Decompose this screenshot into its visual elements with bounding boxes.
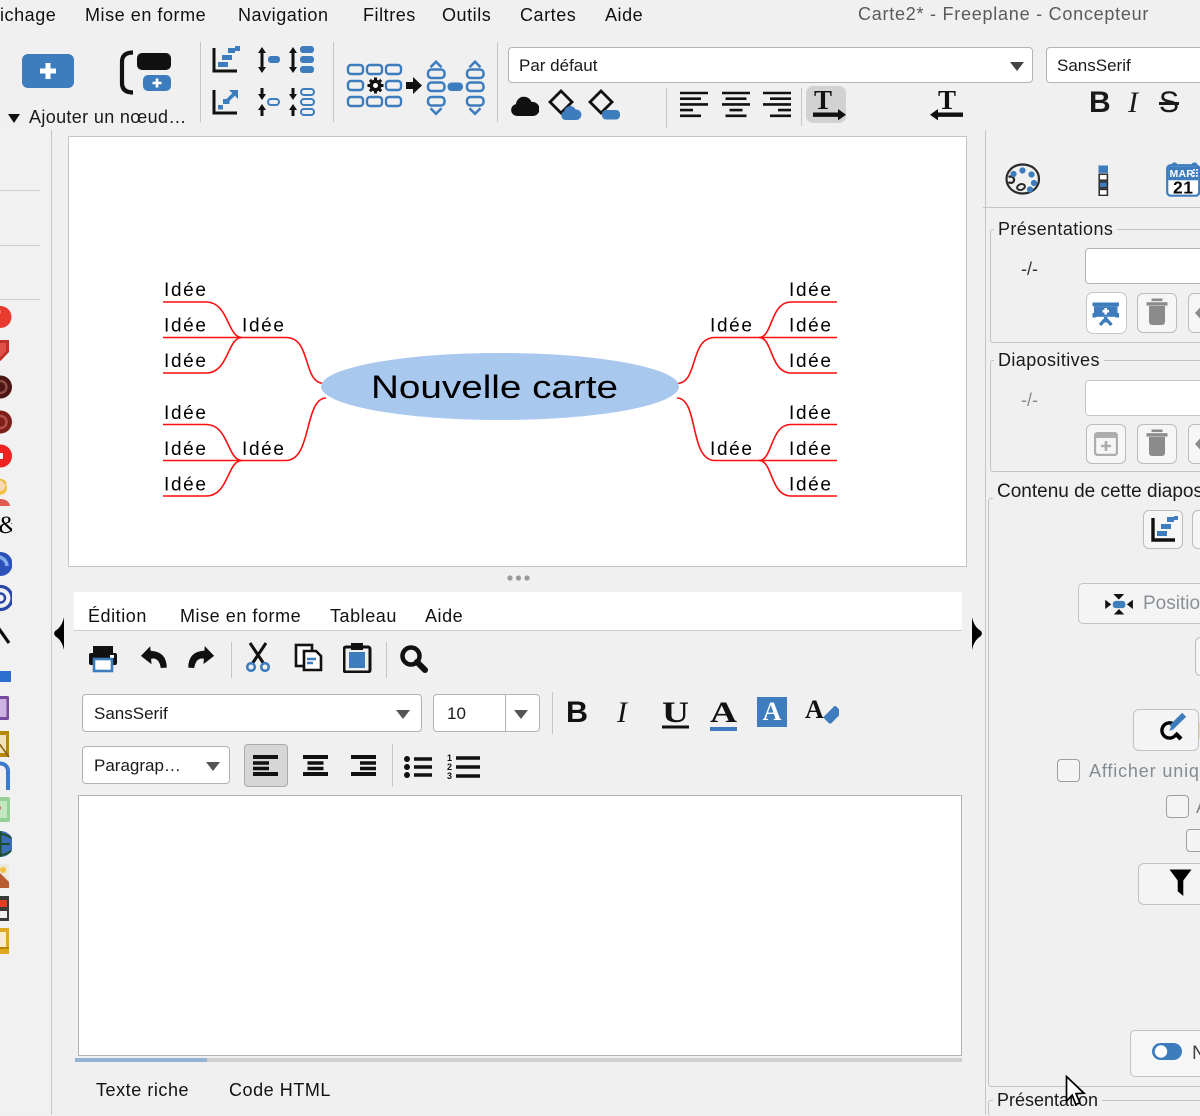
svg-text:Idée: Idée (164, 439, 206, 460)
svg-text:Idée: Idée (789, 403, 831, 424)
svg-text:Idée: Idée (164, 403, 206, 424)
svg-text:Idée: Idée (789, 439, 831, 460)
svg-text:Idée: Idée (789, 351, 831, 372)
svg-text:21: 21 (1173, 178, 1193, 198)
svg-text:Idée: Idée (164, 316, 206, 337)
svg-text:T: T (938, 87, 956, 115)
svg-text:A: A (805, 695, 824, 724)
svg-text:$&: $& (0, 512, 12, 539)
svg-text:Idée: Idée (789, 475, 831, 496)
svg-text:Idée: Idée (164, 475, 206, 496)
svg-text:Idée: Idée (710, 439, 752, 460)
svg-text:Idée: Idée (164, 351, 206, 372)
svg-text:3: 3 (447, 771, 452, 781)
svg-text:Idée: Idée (789, 316, 831, 337)
svg-text:Idée: Idée (242, 439, 284, 460)
svg-text:Idée: Idée (242, 316, 284, 337)
svg-text:U: U (662, 696, 689, 729)
svg-text:T: T (814, 87, 832, 115)
svg-text:Nouvelle carte: Nouvelle carte (371, 369, 618, 405)
svg-text:Idée: Idée (789, 280, 831, 301)
svg-text:Idée: Idée (164, 280, 206, 301)
svg-text:B: B (566, 696, 588, 728)
svg-text:I: I (616, 696, 629, 728)
svg-text:Idée: Idée (710, 316, 752, 337)
svg-text:A: A (710, 696, 737, 729)
